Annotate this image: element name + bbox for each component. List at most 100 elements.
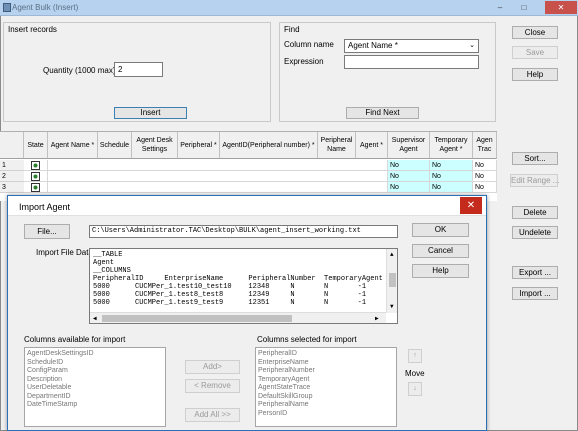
file-data-line: Agent <box>93 259 115 267</box>
delete-button[interactable]: Delete <box>512 206 558 219</box>
horizontal-scrollbar[interactable]: ◀ ▶ <box>90 312 386 323</box>
selected-columns-label: Columns selected for import <box>257 335 357 344</box>
file-data-line: 5000 CUCMPer_1.test10_test10 12348 N N -… <box>93 283 398 291</box>
undelete-button[interactable]: Undelete <box>512 226 558 239</box>
cancel-button[interactable]: Cancel <box>412 244 469 258</box>
column-header-agent-trace[interactable]: Agen Trac <box>473 132 497 159</box>
import-file-data-box[interactable]: __TABLE Agent __COLUMNS PeripheralID Ent… <box>89 248 398 324</box>
ok-button[interactable]: OK <box>412 223 469 237</box>
expression-label: Expression <box>284 57 324 66</box>
maximize-icon[interactable]: □ <box>512 1 536 14</box>
minimize-icon[interactable]: – <box>488 1 512 14</box>
move-down-icon[interactable]: ↓ <box>408 382 422 396</box>
list-item[interactable]: AgentDeskSettingsID <box>25 350 165 359</box>
file-data-line: __COLUMNS <box>93 267 131 275</box>
state-icon <box>24 171 48 182</box>
row-number[interactable]: 2 <box>0 171 24 182</box>
scroll-up-icon[interactable]: ▲ <box>390 251 394 258</box>
list-item[interactable]: DefaultSkillGroup <box>256 393 396 402</box>
agent-trace-cell[interactable]: No <box>473 182 497 193</box>
column-header-agent-name[interactable]: Agent Name * <box>48 132 98 159</box>
list-item[interactable]: AgentStateTrace <box>256 384 396 393</box>
list-item[interactable]: TemporaryAgent <box>256 376 396 385</box>
list-item[interactable]: PersonID <box>256 410 396 419</box>
column-header-temporary-agent[interactable]: Temporary Agent * <box>430 132 473 159</box>
column-header-peripheral[interactable]: Peripheral * <box>178 132 220 159</box>
temporary-agent-cell[interactable]: No <box>430 182 473 193</box>
quantity-label: Quantity (1000 max) <box>43 66 116 75</box>
list-item[interactable]: DateTimeStamp <box>25 401 165 410</box>
quantity-input[interactable]: 2 <box>114 62 163 77</box>
import-agent-dialog: Import Agent ✕ File... C:\Users\Administ… <box>7 195 487 431</box>
state-icon <box>24 182 48 193</box>
dialog-titlebar[interactable]: Import Agent ✕ <box>8 196 486 216</box>
column-name-select[interactable]: Agent Name * ⌄ <box>344 39 479 53</box>
close-button[interactable]: Close <box>512 26 558 39</box>
find-next-button[interactable]: Find Next <box>346 107 419 119</box>
temporary-agent-cell[interactable]: No <box>430 171 473 182</box>
table-row[interactable] <box>48 160 388 171</box>
edit-range-button[interactable]: Edit Range ... <box>510 174 559 187</box>
available-columns-label: Columns available for import <box>24 335 126 344</box>
import-button[interactable]: Import ... <box>512 287 558 300</box>
dialog-help-button[interactable]: Help <box>412 264 469 278</box>
window-title: Agent Bulk (Insert) <box>12 3 79 12</box>
list-item[interactable]: PeripheralNumber <box>256 367 396 376</box>
list-item[interactable]: UserDeletable <box>25 384 165 393</box>
move-up-icon[interactable]: ↑ <box>408 349 422 363</box>
file-button[interactable]: File... <box>24 224 70 239</box>
list-item[interactable]: ConfigParam <box>25 367 165 376</box>
agent-trace-cell[interactable]: No <box>473 171 497 182</box>
scroll-thumb[interactable] <box>102 315 292 322</box>
agent-trace-cell[interactable]: No <box>473 160 497 171</box>
row-number[interactable]: 1 <box>0 160 24 171</box>
vertical-scrollbar[interactable]: ▲ ▼ <box>386 249 397 313</box>
supervisor-agent-cell[interactable]: No <box>388 182 430 193</box>
column-header-schedule[interactable]: Schedule <box>98 132 132 159</box>
scroll-down-icon[interactable]: ▼ <box>390 303 394 310</box>
list-item[interactable]: EnterpriseName <box>256 359 396 368</box>
scroll-right-icon[interactable]: ▶ <box>375 315 379 322</box>
list-item[interactable]: PeripheralName <box>256 401 396 410</box>
selected-columns-list[interactable]: PeripheralID EnterpriseName PeripheralNu… <box>255 347 397 427</box>
table-row[interactable] <box>48 171 388 182</box>
list-item[interactable]: Description <box>25 376 165 385</box>
available-columns-list[interactable]: AgentDeskSettingsID ScheduleID ConfigPar… <box>24 347 166 427</box>
state-icon <box>24 160 48 171</box>
insert-button[interactable]: Insert <box>114 107 187 119</box>
file-data-line: __TABLE <box>93 251 123 259</box>
sort-button[interactable]: Sort... <box>512 152 558 165</box>
add-all-button[interactable]: Add All >> <box>185 408 240 422</box>
column-header-state[interactable]: State <box>24 132 48 159</box>
table-row[interactable] <box>48 182 388 193</box>
column-header-peripheral-name[interactable]: Peripheral Name <box>318 132 356 159</box>
column-header-supervisor-agent[interactable]: Supervisor Agent <box>388 132 430 159</box>
expression-input[interactable] <box>344 55 479 69</box>
file-path-field[interactable]: C:\Users\Administrator.TAC\Desktop\BULK\… <box>89 225 398 238</box>
insert-records-title: Insert records <box>8 25 57 34</box>
save-button[interactable]: Save <box>512 46 558 59</box>
dialog-close-icon[interactable]: ✕ <box>460 197 482 214</box>
row-number[interactable]: 3 <box>0 182 24 193</box>
supervisor-agent-cell[interactable]: No <box>388 160 430 171</box>
help-button[interactable]: Help <box>512 68 558 81</box>
temporary-agent-cell[interactable]: No <box>430 160 473 171</box>
find-title: Find <box>284 25 300 34</box>
column-header-agent[interactable]: Agent * <box>356 132 388 159</box>
add-button[interactable]: Add> <box>185 360 240 374</box>
export-button[interactable]: Export ... <box>512 266 558 279</box>
list-item[interactable]: DepartmentID <box>25 393 165 402</box>
scroll-thumb[interactable] <box>389 273 396 287</box>
supervisor-agent-cell[interactable]: No <box>388 171 430 182</box>
file-data-line: 5000 CUCMPer_1.test8_test8 12349 N N -1 … <box>93 291 398 299</box>
column-name-value: Agent Name * <box>348 41 398 50</box>
column-header-agent-id[interactable]: AgentID(Peripheral number) * <box>220 132 318 159</box>
list-item[interactable]: ScheduleID <box>25 359 165 368</box>
column-header-agent-desk-settings[interactable]: Agent Desk Settings <box>132 132 178 159</box>
window-titlebar[interactable]: Agent Bulk (Insert) – □ ✕ <box>0 0 578 16</box>
window-close-icon[interactable]: ✕ <box>545 1 577 14</box>
list-item[interactable]: PeripheralID <box>256 350 396 359</box>
file-data-line: 5000 CUCMPer_1.test9_test9 12351 N N -1 … <box>93 299 398 307</box>
remove-button[interactable]: < Remove <box>185 379 240 393</box>
scroll-left-icon[interactable]: ◀ <box>93 315 97 322</box>
